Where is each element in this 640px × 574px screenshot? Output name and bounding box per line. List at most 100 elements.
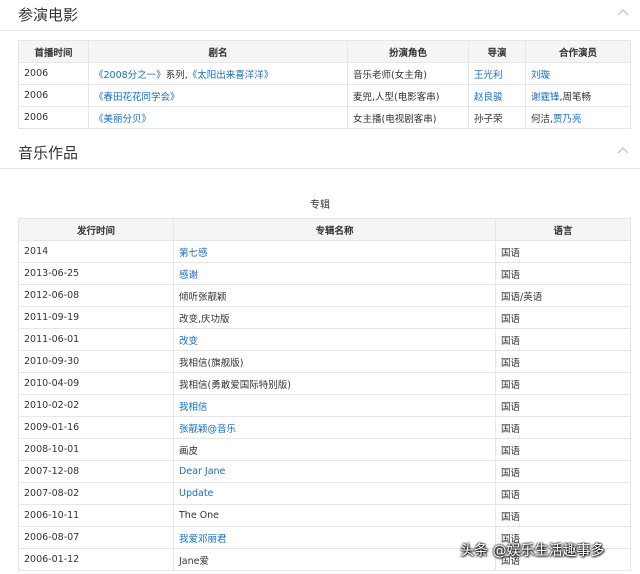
album-name-cell: 第七感 bbox=[173, 240, 496, 263]
album-name-cell: 我相信(旗舰版) bbox=[173, 350, 496, 373]
album-language: 国语 bbox=[495, 262, 631, 285]
album-language: 国语 bbox=[495, 438, 631, 461]
films-table-header-row: 首播时间 剧名 扮演角色 导演 合作演员 bbox=[18, 40, 631, 63]
film-row: 2006 《春田花花同学会》 麦兜,人型(电影客串) 赵良骏 谢霆锋,周笔畅 bbox=[18, 84, 631, 107]
album-language: 国语 bbox=[495, 460, 631, 483]
music-section-title: 音乐作品 bbox=[18, 144, 79, 162]
album-name-cell: 倾听张靓颖 bbox=[173, 284, 496, 307]
album-name-cell: 感谢 bbox=[173, 262, 496, 285]
album-release-date: 2010-02-02 bbox=[18, 394, 174, 417]
album-language: 国语 bbox=[495, 372, 631, 395]
album-row: 2007-12-08 Dear Jane 国语 bbox=[18, 460, 631, 483]
costar-link[interactable]: 刘璇 bbox=[531, 70, 550, 81]
album-name-link[interactable]: 第七感 bbox=[179, 248, 208, 259]
album-language: 国语/英语 bbox=[495, 284, 631, 307]
album-release-date: 2008-10-01 bbox=[18, 438, 174, 461]
col-header-airdate: 首播时间 bbox=[18, 40, 89, 63]
album-name-link[interactable]: Dear Jane bbox=[179, 466, 225, 477]
album-release-date: 2006-01-12 bbox=[18, 548, 174, 571]
film-row: 2006 《美丽分贝》 女主播(电视剧客串) 孙子荣 何洁,贾乃亮 bbox=[18, 106, 631, 129]
album-name-cell: 我相信 bbox=[173, 394, 496, 417]
album-name-link[interactable]: 改变 bbox=[179, 336, 198, 347]
album-release-date: 2006-10-11 bbox=[18, 504, 174, 527]
album-release-date: 2006-08-07 bbox=[18, 526, 174, 549]
album-release-date: 2009-01-16 bbox=[18, 416, 174, 439]
film-costars: 何洁,贾乃亮 bbox=[525, 106, 631, 129]
music-section-header: 音乐作品 bbox=[0, 138, 640, 169]
album-row: 2010-02-02 我相信 国语 bbox=[18, 394, 631, 417]
album-name: 我相信(旗舰版) bbox=[179, 357, 244, 369]
col-header-role: 扮演角色 bbox=[347, 40, 469, 63]
film-row: 2006 《2008分之一》系列,《太阳出来喜洋洋》 音乐老师(女主角) 王光利 刘璇 bbox=[18, 62, 631, 85]
album-language: 国语 bbox=[495, 306, 631, 329]
chevron-up-icon[interactable] bbox=[616, 144, 630, 158]
album-name: 改变,庆功版 bbox=[179, 313, 230, 325]
film-director[interactable]: 孙子荣 bbox=[468, 106, 526, 129]
albums-table-header-row: 发行时间 专辑名称 语言 bbox=[18, 218, 631, 241]
album-language: 国语 bbox=[495, 350, 631, 373]
album-row: 2011-09-19 改变,庆功版 国语 bbox=[18, 306, 631, 329]
chevron-up-icon[interactable] bbox=[616, 6, 630, 20]
album-name-cell: 改变,庆功版 bbox=[173, 306, 496, 329]
album-name-link[interactable]: 张靓颖@音乐 bbox=[179, 424, 236, 435]
album-row: 2006-10-11 The One 国语 bbox=[18, 504, 631, 527]
film-title-cell: 《春田花花同学会》 bbox=[88, 84, 348, 107]
film-director[interactable]: 王光利 bbox=[468, 62, 526, 85]
album-language: 国语 bbox=[495, 482, 631, 505]
album-name-cell: 画皮 bbox=[173, 438, 496, 461]
album-release-date: 2011-06-01 bbox=[18, 328, 174, 351]
albums-table-body: 2014 第七感 国语 2013-06-25 感谢 国语 2012-06-08 倾听张靓颖 国语… bbox=[18, 240, 631, 571]
album-name-link[interactable]: 感谢 bbox=[179, 270, 198, 281]
film-title-link[interactable]: 《太阳出来喜洋洋》 bbox=[188, 70, 274, 81]
album-language: 国语 bbox=[495, 504, 631, 527]
col-header-director: 导演 bbox=[468, 40, 526, 63]
album-name: 画皮 bbox=[179, 445, 199, 457]
album-language: 国语 bbox=[495, 328, 631, 351]
film-role: 音乐老师(女主角) bbox=[347, 62, 469, 85]
film-title-link[interactable]: 《美丽分贝》 bbox=[94, 114, 151, 125]
album-name-link[interactable]: 我相信 bbox=[179, 402, 208, 413]
album-name-cell: The One bbox=[173, 504, 496, 527]
films-section-header: 参演电影 bbox=[0, 0, 640, 31]
costar-link[interactable]: 谢霆锋 bbox=[531, 92, 560, 103]
album-caption: 专辑 bbox=[310, 200, 330, 211]
film-year: 2006 bbox=[18, 62, 89, 85]
col-header-album-name: 专辑名称 bbox=[173, 218, 496, 241]
album-row: 2010-04-09 我相信(勇敢爱国际特别版) 国语 bbox=[18, 372, 631, 395]
album-row: 2007-08-02 Update 国语 bbox=[18, 482, 631, 505]
film-title-link[interactable]: 《春田花花同学会》 bbox=[94, 92, 180, 103]
col-header-language: 语言 bbox=[495, 218, 631, 241]
album-release-date: 2013-06-25 bbox=[18, 262, 174, 285]
album-language: 国语 bbox=[495, 416, 631, 439]
film-title-link[interactable]: 《2008分之一》 bbox=[94, 70, 166, 81]
album-name: 倾听张靓颖 bbox=[179, 291, 227, 303]
col-header-release-date: 发行时间 bbox=[18, 218, 174, 241]
album-row: 2012-06-08 倾听张靓颖 国语/英语 bbox=[18, 284, 631, 307]
album-row: 2011-06-01 改变 国语 bbox=[18, 328, 631, 351]
costar-link[interactable]: 贾乃亮 bbox=[553, 114, 582, 125]
costar-text: 何洁, bbox=[531, 113, 554, 125]
album-row: 2008-10-01 画皮 国语 bbox=[18, 438, 631, 461]
watermark: 头条 @娱乐生活趣事多 bbox=[460, 543, 605, 559]
album-row: 2009-01-16 张靓颖@音乐 国语 bbox=[18, 416, 631, 439]
album-name-cell: Update bbox=[173, 482, 496, 505]
films-section-title: 参演电影 bbox=[18, 6, 79, 24]
albums-table: 发行时间 专辑名称 语言 2014 第七感 国语 2013-06-25 感谢 国语 2012… bbox=[18, 218, 631, 571]
col-header-title: 剧名 bbox=[88, 40, 348, 63]
album-name-link[interactable]: 我爱邓丽君 bbox=[179, 534, 227, 545]
film-year: 2006 bbox=[18, 84, 89, 107]
album-release-date: 2011-09-19 bbox=[18, 306, 174, 329]
film-role: 女主播(电视剧客串) bbox=[347, 106, 469, 129]
album-name: The One bbox=[179, 510, 220, 521]
album-release-date: 2007-12-08 bbox=[18, 460, 174, 483]
film-title-cell: 《2008分之一》系列,《太阳出来喜洋洋》 bbox=[88, 62, 348, 85]
film-director[interactable]: 赵良骏 bbox=[468, 84, 526, 107]
album-name-cell: 改变 bbox=[173, 328, 496, 351]
film-year: 2006 bbox=[18, 106, 89, 129]
album-language: 国语 bbox=[495, 394, 631, 417]
col-header-costars: 合作演员 bbox=[525, 40, 631, 63]
album-release-date: 2007-08-02 bbox=[18, 482, 174, 505]
films-table-body: 2006 《2008分之一》系列,《太阳出来喜洋洋》 音乐老师(女主角) 王光利 刘璇 2… bbox=[18, 62, 631, 129]
album-name-cell: 我爱邓丽君 bbox=[173, 526, 496, 549]
album-name-link[interactable]: Update bbox=[179, 488, 213, 499]
